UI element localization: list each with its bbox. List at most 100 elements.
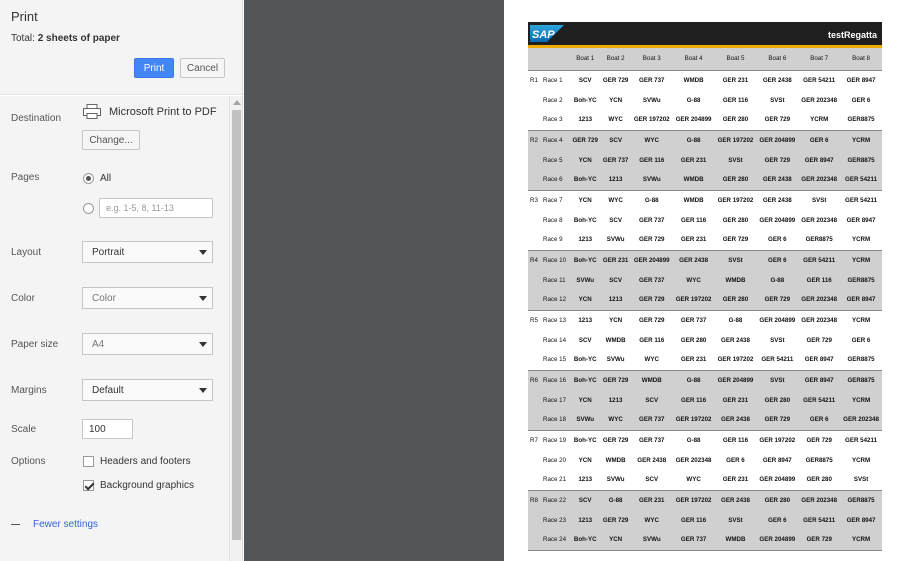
- race-cell: Race 16: [542, 369, 570, 390]
- table-row: Race 3 1213 WYC GER 197202 GER 204899 GER 280…: [528, 110, 882, 130]
- boat-cell: YCN: [570, 290, 601, 310]
- race-cell: Race 12: [542, 290, 570, 310]
- boat-cell: GER 231: [672, 150, 715, 170]
- boat-cell: SCV: [600, 129, 631, 150]
- print-button[interactable]: Print: [134, 58, 174, 78]
- boat-cell: GER8875: [840, 270, 882, 290]
- boat-cell: G-88: [630, 189, 673, 210]
- boat-cell: GER 116: [630, 150, 673, 170]
- chevron-down-icon: [199, 296, 207, 301]
- boat-cell: GER8875: [805, 236, 833, 244]
- race-cell: Race 18: [542, 410, 570, 430]
- column-header: Boat 3: [630, 48, 673, 70]
- boat-cell: YCN: [609, 96, 623, 104]
- paper-size-select[interactable]: A4: [82, 333, 213, 355]
- round-cell: [528, 510, 542, 530]
- change-destination-button[interactable]: Change...: [82, 130, 140, 150]
- boat-cell: G-88: [600, 489, 631, 510]
- boat-cell: GER 2438: [756, 189, 799, 210]
- background-graphics-label: Background graphics: [100, 480, 194, 491]
- boat-cell: WMDB: [672, 69, 715, 90]
- boat-cell: YCRM: [840, 309, 882, 330]
- boat-cell: GER 729: [570, 129, 601, 150]
- boat-cell: GER 729: [600, 510, 631, 530]
- boat-cell: GER 202348: [798, 170, 841, 190]
- print-header: Print Total: 2 sheets of paper Print Can…: [0, 0, 242, 95]
- boat-cell: GER 8947: [762, 456, 792, 464]
- color-select[interactable]: Color: [82, 287, 213, 309]
- boat-cell: GER 8947: [840, 69, 882, 90]
- race-cell: Race 17: [542, 390, 570, 410]
- boat-cell: SCV: [600, 270, 631, 290]
- boat-cell: WYC: [686, 476, 701, 484]
- table-row: R4 Race 10 Boh-YC GER 231 GER 204899 GER 2438…: [528, 249, 882, 270]
- boat-cell: 1213: [600, 290, 631, 310]
- boat-cell: GER 2438: [756, 69, 799, 90]
- boat-cell: GER 231: [680, 356, 707, 364]
- boat-cell: GER 116: [672, 390, 715, 410]
- round-cell: R2: [528, 129, 542, 150]
- boat-cell: SVWu: [630, 530, 673, 551]
- boat-cell: SCV: [570, 489, 601, 510]
- boat-cell: YCRM: [810, 116, 829, 124]
- pages-custom-radio[interactable]: [83, 203, 94, 214]
- boat-cell: GER 280: [722, 216, 749, 224]
- boat-cell: 1213: [578, 116, 593, 124]
- cancel-button[interactable]: Cancel: [180, 58, 225, 78]
- pages-all-radio[interactable]: [83, 173, 94, 184]
- boat-cell: GER 280: [714, 290, 757, 310]
- boat-cell: GER 729: [798, 429, 841, 450]
- table-row: Race 15 Boh-YC SVWu WYC GER 231 GER 197202 GER…: [528, 350, 882, 370]
- pages-custom-input[interactable]: e.g. 1-5, 8, 11-13: [99, 198, 213, 218]
- headers-footers-checkbox[interactable]: [83, 456, 94, 467]
- layout-label: Layout: [11, 247, 42, 258]
- boat-cell: GER 204899: [675, 116, 712, 124]
- boat-cell: WYC: [600, 189, 631, 210]
- boat-cell: GER 729: [798, 530, 841, 551]
- paper-size-label: Paper size: [11, 339, 59, 350]
- round-cell: R5: [528, 309, 542, 330]
- boat-cell: SVWu: [642, 96, 661, 104]
- race-cell: Race 23: [542, 510, 570, 530]
- boat-cell: SVSt: [714, 510, 757, 530]
- boat-cell: GER 2438: [721, 336, 750, 344]
- boat-cell: YCN: [600, 530, 631, 551]
- scroll-up-icon[interactable]: [233, 100, 241, 105]
- margins-select[interactable]: Default: [82, 379, 213, 401]
- settings-scrollbar[interactable]: [229, 96, 242, 561]
- boat-cell: GER 6: [798, 129, 841, 150]
- boat-cell: GER 202348: [840, 410, 882, 430]
- boat-cell: GER 280: [714, 170, 757, 190]
- boat-cell: GER 737: [630, 410, 673, 430]
- margins-label: Margins: [11, 385, 47, 396]
- layout-value: Portrait: [92, 247, 125, 258]
- background-graphics-checkbox[interactable]: [83, 480, 94, 491]
- table-row: R5 Race 13 1213 YCN GER 729 GER 737 G-88 GER 20…: [528, 309, 882, 330]
- boat-cell: SCV: [609, 216, 622, 224]
- boat-cell: WMDB: [672, 189, 715, 210]
- boat-cell: G-88: [672, 429, 715, 450]
- boat-cell: GER 729: [756, 150, 799, 170]
- destination-printer: Microsoft Print to PDF: [109, 106, 217, 118]
- race-cell: Race 3: [543, 116, 563, 124]
- scroll-thumb[interactable]: [232, 110, 241, 540]
- boat-cell: WYC: [600, 410, 631, 430]
- boat-cell: GER 729: [756, 290, 799, 310]
- boat-cell: SVWu: [606, 356, 625, 364]
- boat-cell: GER 197202: [672, 290, 715, 310]
- boat-cell: GER 197202: [672, 410, 715, 430]
- boat-cell: WYC: [630, 510, 673, 530]
- fewer-settings-link[interactable]: Fewer settings: [11, 519, 98, 530]
- scale-label: Scale: [11, 424, 37, 435]
- round-cell: [528, 390, 542, 410]
- scale-input[interactable]: 100: [82, 419, 133, 439]
- boat-cell: Boh-YC: [573, 216, 597, 224]
- race-cell: Race 22: [542, 489, 570, 510]
- layout-select[interactable]: Portrait: [82, 241, 213, 263]
- boat-cell: SVSt: [756, 369, 799, 390]
- boat-cell: GER 280: [722, 116, 749, 124]
- boat-cell: GER8875: [805, 456, 833, 464]
- boat-cell: YCN: [570, 390, 601, 410]
- boat-cell: YCN: [570, 150, 601, 170]
- boat-cell: SVSt: [714, 150, 757, 170]
